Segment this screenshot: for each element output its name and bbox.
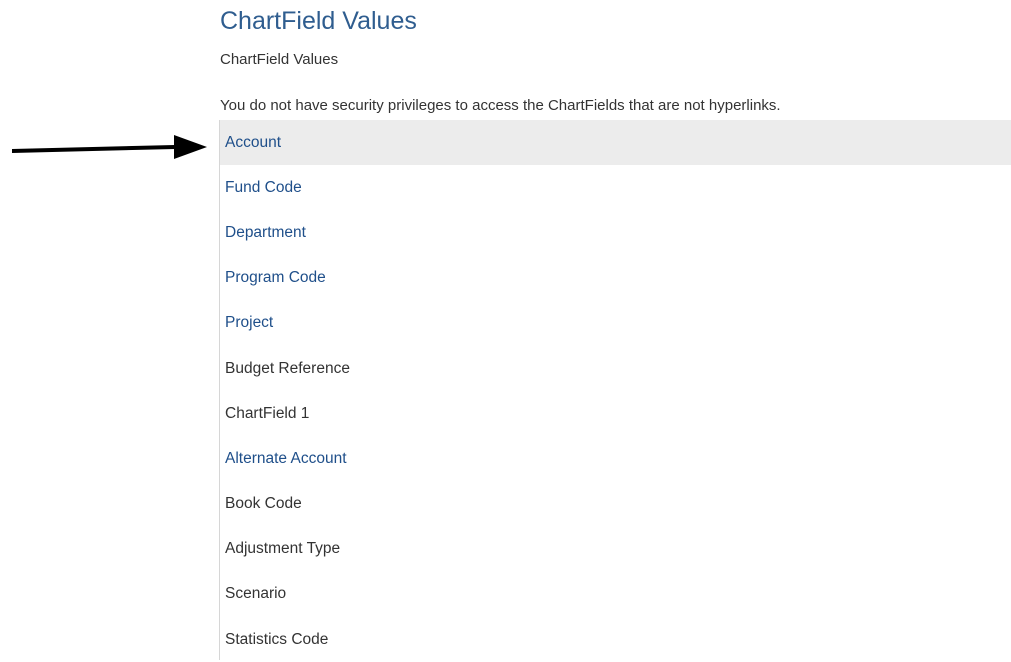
chartfield-link-department[interactable]: Department — [225, 224, 306, 242]
page-title: ChartField Values — [220, 7, 417, 35]
chartfield-item-department[interactable]: Department — [220, 210, 1011, 255]
chartfield-item-alternate-account[interactable]: Alternate Account — [220, 436, 1011, 481]
chartfield-label-statistics-code: Statistics Code — [225, 630, 329, 648]
chartfield-link-account[interactable]: Account — [225, 134, 281, 152]
chartfield-label-book-code: Book Code — [225, 495, 302, 513]
chartfield-label-adjustment-type: Adjustment Type — [225, 540, 341, 558]
chartfield-label-chartfield-1: ChartField 1 — [225, 404, 310, 422]
chartfield-label-budget-reference: Budget Reference — [225, 359, 350, 377]
chartfield-item-account[interactable]: Account — [220, 120, 1011, 166]
page-subtitle: ChartField Values — [220, 51, 339, 68]
chartfield-link-program-code[interactable]: Program Code — [225, 269, 326, 287]
chartfield-item-chartfield-1: ChartField 1 — [220, 391, 1011, 436]
chartfield-link-project[interactable]: Project — [225, 314, 273, 332]
chartfield-item-adjustment-type: Adjustment Type — [220, 527, 1011, 572]
chartfield-item-project[interactable]: Project — [220, 301, 1011, 346]
chartfield-link-fund-code[interactable]: Fund Code — [225, 179, 302, 197]
chartfield-link-alternate-account[interactable]: Alternate Account — [225, 450, 347, 468]
chartfield-item-scenario: Scenario — [220, 572, 1011, 617]
chartfield-item-program-code[interactable]: Program Code — [220, 256, 1011, 301]
chartfield-item-fund-code[interactable]: Fund Code — [220, 165, 1011, 210]
chartfield-item-budget-reference: Budget Reference — [220, 346, 1011, 391]
security-message: You do not have security privileges to a… — [220, 97, 781, 114]
chartfield-item-statistics-code: Statistics Code — [220, 617, 1011, 662]
chartfield-label-scenario: Scenario — [225, 585, 287, 603]
chartfield-list: Account Fund Code Department Program Cod… — [219, 120, 1011, 660]
chartfield-item-book-code: Book Code — [220, 482, 1011, 527]
arrow-right-icon — [12, 135, 207, 159]
